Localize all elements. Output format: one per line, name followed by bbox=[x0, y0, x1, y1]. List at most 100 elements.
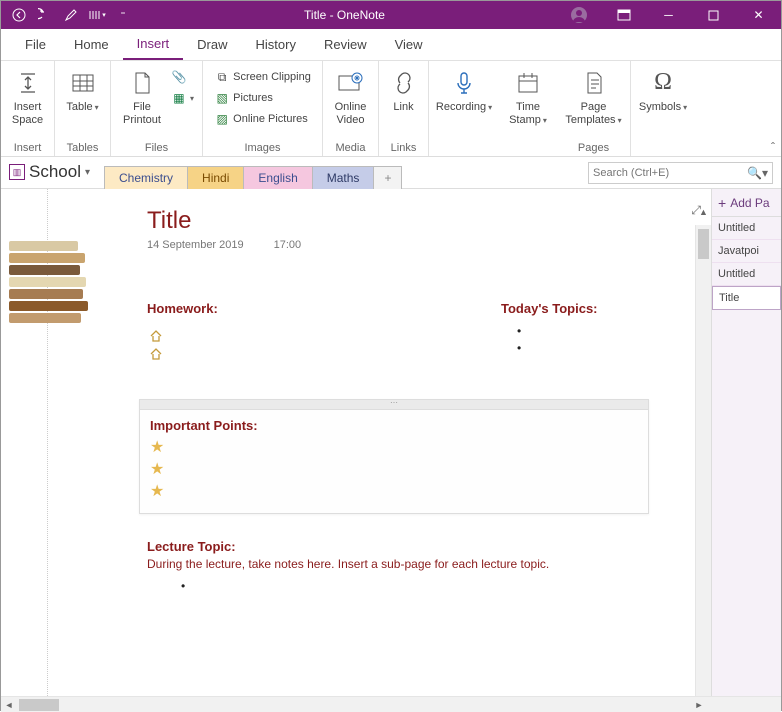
page-item[interactable]: Untitled bbox=[712, 217, 781, 240]
tab-english[interactable]: English bbox=[243, 166, 312, 189]
menu-history[interactable]: History bbox=[242, 30, 310, 59]
homework-heading[interactable]: Homework: bbox=[147, 301, 218, 316]
insert-space-icon bbox=[12, 67, 44, 99]
page-templates-button[interactable]: Page Templates bbox=[559, 63, 627, 130]
ribbon-group-media: Online Video Media bbox=[323, 61, 379, 156]
view-icon[interactable]: ▾ bbox=[87, 5, 107, 25]
online-video-icon bbox=[335, 67, 367, 99]
time-stamp-icon bbox=[512, 67, 544, 99]
tab-hindi[interactable]: Hindi bbox=[187, 166, 244, 189]
notebook-selector[interactable]: ▥ School ▾ bbox=[7, 160, 96, 188]
tab-maths[interactable]: Maths bbox=[312, 166, 375, 189]
pictures-button[interactable]: ▧Pictures bbox=[212, 88, 313, 108]
vertical-scrollbar[interactable]: ▲ bbox=[695, 225, 711, 696]
collapse-ribbon-icon[interactable]: ˆ bbox=[771, 140, 775, 154]
menu-home[interactable]: Home bbox=[60, 30, 123, 59]
menu-file[interactable]: File bbox=[11, 30, 60, 59]
page-time[interactable]: 17:00 bbox=[274, 239, 302, 251]
house-icon[interactable] bbox=[149, 329, 163, 343]
star-icon[interactable]: ★ bbox=[150, 437, 638, 457]
file-printout-label: File Printout bbox=[123, 101, 161, 126]
page-canvas[interactable]: Title 14 September 2019 17:00 ⤢ Homework… bbox=[1, 189, 711, 696]
scroll-right-arrow[interactable]: ► bbox=[691, 700, 707, 710]
scroll-left-arrow[interactable]: ◄ bbox=[1, 700, 17, 710]
account-icon[interactable] bbox=[556, 1, 601, 29]
todays-topics-heading[interactable]: Today's Topics: bbox=[501, 301, 598, 316]
scroll-up-arrow[interactable]: ▲ bbox=[696, 207, 711, 223]
file-printout-button[interactable]: File Printout bbox=[117, 63, 167, 130]
recording-button[interactable]: Recording bbox=[430, 63, 498, 118]
lecture-topic-body[interactable]: During the lecture, take notes here. Ins… bbox=[147, 557, 549, 571]
important-heading[interactable]: Important Points: bbox=[140, 410, 648, 437]
insert-space-button[interactable]: Insert Space bbox=[6, 63, 50, 130]
star-icon[interactable]: ★ bbox=[150, 481, 638, 501]
table-icon bbox=[67, 67, 99, 99]
file-attachment-button[interactable]: 📎 bbox=[169, 67, 196, 87]
undo-icon[interactable] bbox=[35, 5, 55, 25]
title-bar: ▾ ⁼ Title - OneNote ─ ✕ bbox=[1, 1, 781, 29]
back-icon[interactable] bbox=[9, 5, 29, 25]
screen-clipping-button[interactable]: ⧉Screen Clipping bbox=[212, 67, 313, 87]
ribbon-group-links: Link Links bbox=[379, 61, 429, 156]
minimize-button[interactable]: ─ bbox=[646, 1, 691, 29]
link-label: Link bbox=[393, 101, 413, 114]
menu-review[interactable]: Review bbox=[310, 30, 381, 59]
book-stack-image bbox=[5, 195, 100, 335]
page-item[interactable]: Untitled bbox=[712, 263, 781, 286]
important-container[interactable]: Important Points: ★ ★ ★ bbox=[139, 399, 649, 514]
search-box[interactable]: 🔍▾ bbox=[588, 162, 773, 184]
important-stars: ★ ★ ★ bbox=[140, 437, 648, 513]
ribbon-display-icon[interactable] bbox=[601, 1, 646, 29]
group-label-images: Images bbox=[244, 140, 280, 154]
nav-bar: ▥ School ▾ Chemistry Hindi English Maths… bbox=[1, 157, 781, 189]
online-video-label: Online Video bbox=[335, 101, 367, 126]
link-button[interactable]: Link bbox=[382, 63, 426, 118]
scroll-thumb[interactable] bbox=[698, 229, 709, 259]
house-icon[interactable] bbox=[149, 347, 163, 361]
online-video-button[interactable]: Online Video bbox=[329, 63, 373, 130]
symbols-button[interactable]: Ω Symbols bbox=[633, 63, 693, 118]
container-handle[interactable] bbox=[140, 400, 648, 410]
symbols-icon: Ω bbox=[647, 67, 679, 99]
close-button[interactable]: ✕ bbox=[736, 1, 781, 29]
table-button[interactable]: Table bbox=[60, 63, 104, 118]
table-label: Table bbox=[66, 101, 98, 114]
scroll-track[interactable] bbox=[17, 699, 691, 711]
ribbon-group-pages: Page Templates Pages bbox=[557, 61, 631, 156]
menu-draw[interactable]: Draw bbox=[183, 30, 241, 59]
ribbon: Insert Space Insert Table Tables File Pr… bbox=[1, 61, 781, 157]
maximize-button[interactable] bbox=[691, 1, 736, 29]
chevron-down-icon: ▾ bbox=[85, 167, 90, 178]
page-date[interactable]: 14 September 2019 bbox=[147, 239, 244, 251]
scroll-thumb[interactable] bbox=[19, 699, 59, 711]
star-icon[interactable]: ★ bbox=[150, 459, 638, 479]
todays-topics-bullets[interactable]: •• bbox=[517, 323, 521, 357]
online-pictures-button[interactable]: ▨Online Pictures bbox=[212, 109, 313, 129]
attachment-icon: 📎 bbox=[171, 69, 187, 85]
recording-icon bbox=[448, 67, 480, 99]
search-input[interactable] bbox=[593, 167, 747, 179]
menu-insert[interactable]: Insert bbox=[123, 29, 184, 60]
page-item[interactable]: Javatpoi bbox=[712, 240, 781, 263]
spreadsheet-button[interactable]: ▦▾ bbox=[169, 88, 196, 108]
horizontal-scrollbar[interactable]: ◄ ► bbox=[1, 696, 781, 712]
brush-icon[interactable] bbox=[61, 5, 81, 25]
search-icon[interactable]: 🔍▾ bbox=[747, 166, 768, 180]
group-label-pages: Pages bbox=[578, 140, 609, 154]
recording-label: Recording bbox=[436, 101, 492, 114]
ribbon-group-files: File Printout 📎 ▦▾ Files bbox=[111, 61, 203, 156]
menu-view[interactable]: View bbox=[381, 30, 437, 59]
lecture-bullet[interactable]: • bbox=[181, 579, 185, 593]
tab-chemistry[interactable]: Chemistry bbox=[104, 166, 188, 189]
time-stamp-button[interactable]: Time Stamp bbox=[503, 63, 553, 130]
page-list-panel: + Add Pa Untitled Javatpoi Untitled Titl… bbox=[711, 189, 781, 696]
screen-clipping-label: Screen Clipping bbox=[233, 71, 311, 83]
tab-add[interactable]: + bbox=[373, 166, 402, 189]
add-page-button[interactable]: + Add Pa bbox=[712, 189, 781, 217]
page-item[interactable]: Title bbox=[712, 286, 781, 310]
lecture-topic-heading[interactable]: Lecture Topic: bbox=[147, 539, 236, 554]
group-label-links: Links bbox=[391, 140, 417, 154]
ribbon-group-symbols: Ω Symbols bbox=[631, 61, 695, 156]
page-title[interactable]: Title bbox=[147, 207, 191, 235]
qat-more-icon[interactable]: ⁼ bbox=[113, 5, 133, 25]
